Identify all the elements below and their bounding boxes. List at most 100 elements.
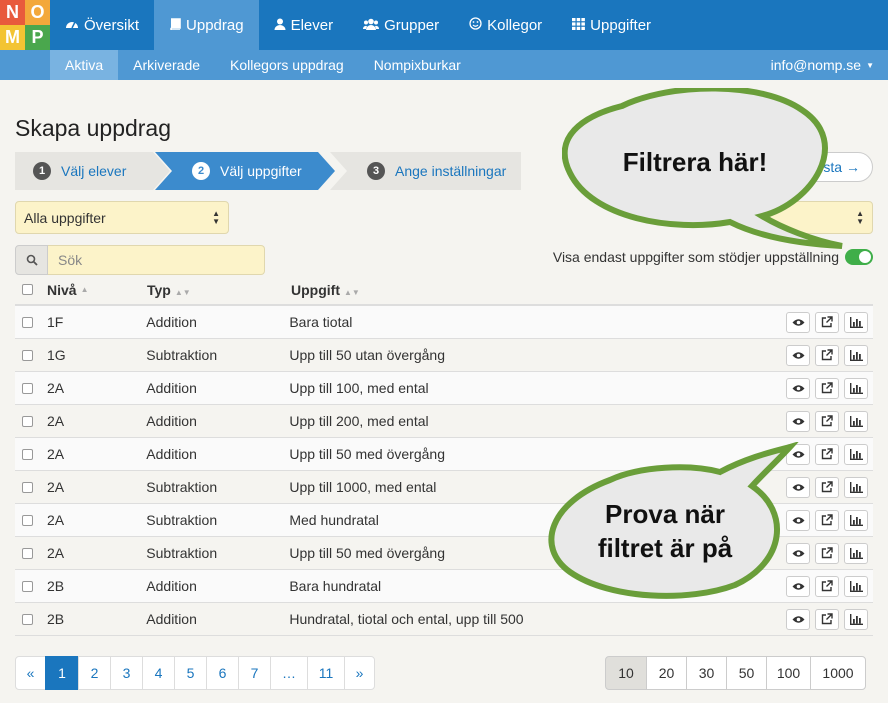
eye-icon[interactable] bbox=[786, 344, 811, 366]
page-link[interactable]: 7 bbox=[238, 656, 271, 690]
eye-icon[interactable] bbox=[786, 542, 811, 564]
book-icon bbox=[169, 17, 181, 33]
row-checkbox[interactable] bbox=[22, 316, 33, 328]
bar-chart-icon[interactable] bbox=[844, 443, 869, 465]
eye-icon[interactable] bbox=[786, 509, 811, 531]
uppstallning-toggle[interactable] bbox=[845, 249, 873, 265]
cell-level: 2A bbox=[46, 479, 65, 495]
nav-item-elever[interactable]: Elever bbox=[259, 0, 349, 50]
row-checkbox[interactable] bbox=[22, 613, 33, 625]
header-task[interactable]: Uppgift ▲▼ bbox=[291, 282, 791, 298]
search-icon bbox=[15, 245, 48, 275]
page-link[interactable]: 5 bbox=[174, 656, 207, 690]
bar-chart-icon[interactable] bbox=[844, 311, 869, 333]
header-level[interactable]: Nivå ▲ bbox=[47, 282, 147, 298]
external-link-icon[interactable] bbox=[815, 476, 840, 498]
step-ange-installningar[interactable]: 3 Ange inställningar bbox=[330, 152, 521, 190]
table-row[interactable]: 2A Addition Upp till 200, med ental bbox=[15, 405, 873, 438]
eye-icon[interactable] bbox=[786, 575, 811, 597]
nav-item-oversikt[interactable]: Översikt bbox=[50, 0, 154, 50]
eye-icon[interactable] bbox=[786, 608, 811, 630]
page-link[interactable]: 3 bbox=[110, 656, 143, 690]
task-filter-select[interactable]: Alla uppgifter ▲ ▼ bbox=[15, 201, 229, 234]
subnav-aktiva[interactable]: Aktiva bbox=[50, 50, 119, 80]
nav-item-uppgifter[interactable]: Uppgifter bbox=[557, 0, 666, 50]
user-menu[interactable]: info@nomp.se ▼ bbox=[771, 50, 874, 80]
search-input[interactable] bbox=[48, 245, 265, 275]
bar-chart-icon[interactable] bbox=[844, 542, 869, 564]
page-size-option[interactable]: 100 bbox=[766, 656, 811, 690]
page-size-option[interactable]: 30 bbox=[686, 656, 727, 690]
uppstallning-filter: Visa endast uppgifter som stödjer uppstä… bbox=[553, 247, 873, 267]
table-row[interactable]: 2A Addition Upp till 50 med övergång bbox=[15, 438, 873, 471]
table-row[interactable]: 2B Addition Hundratal, tiotal och ental,… bbox=[15, 603, 873, 636]
external-link-icon[interactable] bbox=[815, 410, 840, 432]
row-checkbox[interactable] bbox=[22, 382, 33, 394]
row-checkbox[interactable] bbox=[22, 580, 33, 592]
external-link-icon[interactable] bbox=[815, 344, 840, 366]
external-link-icon[interactable] bbox=[815, 509, 840, 531]
bar-chart-icon[interactable] bbox=[844, 344, 869, 366]
row-checkbox[interactable] bbox=[22, 547, 33, 559]
select-all-checkbox[interactable] bbox=[22, 284, 33, 295]
page-link[interactable]: 6 bbox=[206, 656, 239, 690]
external-link-icon[interactable] bbox=[815, 443, 840, 465]
row-checkbox[interactable] bbox=[22, 415, 33, 427]
page-link[interactable]: » bbox=[344, 656, 375, 690]
nav-item-grupper[interactable]: Grupper bbox=[348, 0, 454, 50]
external-link-icon[interactable] bbox=[815, 542, 840, 564]
step-valj-uppgifter[interactable]: 2 Välj uppgifter bbox=[155, 152, 335, 190]
table-row[interactable]: 2A Addition Upp till 100, med ental bbox=[15, 372, 873, 405]
page-link[interactable]: 4 bbox=[142, 656, 175, 690]
page-link[interactable]: … bbox=[270, 656, 308, 690]
table-row[interactable]: 2B Addition Bara hundratal bbox=[15, 570, 873, 603]
users-icon bbox=[363, 18, 380, 33]
table-row[interactable]: 1G Subtraktion Upp till 50 utan övergång bbox=[15, 339, 873, 372]
page-link[interactable]: « bbox=[15, 656, 46, 690]
page-size-option[interactable]: 1000 bbox=[810, 656, 866, 690]
row-checkbox[interactable] bbox=[22, 514, 33, 526]
bar-chart-icon[interactable] bbox=[844, 377, 869, 399]
next-button[interactable]: sta → bbox=[800, 152, 873, 182]
row-checkbox[interactable] bbox=[22, 349, 33, 361]
page-size-option[interactable]: 10 bbox=[605, 656, 647, 690]
table-row[interactable]: 1F Addition Bara tiotal bbox=[15, 306, 873, 339]
nav-item-kollegor[interactable]: Kollegor bbox=[454, 0, 557, 50]
page-size-option[interactable]: 20 bbox=[646, 656, 687, 690]
subnav-kollegors-uppdrag[interactable]: Kollegors uppdrag bbox=[215, 50, 359, 80]
step-valj-elever[interactable]: 1 Välj elever bbox=[15, 152, 170, 190]
subnav-nompixburkar[interactable]: Nompixburkar bbox=[359, 50, 476, 80]
page-link[interactable]: 2 bbox=[78, 656, 111, 690]
bar-chart-icon[interactable] bbox=[844, 575, 869, 597]
page-size-option[interactable]: 50 bbox=[726, 656, 767, 690]
cell-level: 2B bbox=[46, 611, 65, 627]
nomp-logo[interactable]: N O M P bbox=[0, 0, 50, 50]
bar-chart-icon[interactable] bbox=[844, 410, 869, 432]
header-type[interactable]: Typ ▲▼ bbox=[147, 282, 291, 298]
step-number: 2 bbox=[192, 162, 210, 180]
row-checkbox[interactable] bbox=[22, 481, 33, 493]
eye-icon[interactable] bbox=[786, 410, 811, 432]
eye-icon[interactable] bbox=[786, 476, 811, 498]
bar-chart-icon[interactable] bbox=[844, 608, 869, 630]
bar-chart-icon[interactable] bbox=[844, 509, 869, 531]
page-link[interactable]: 1 bbox=[45, 656, 79, 690]
cell-type: Subtraktion bbox=[146, 545, 218, 561]
eye-icon[interactable] bbox=[786, 443, 811, 465]
eye-icon[interactable] bbox=[786, 377, 811, 399]
nav-item-uppdrag[interactable]: Uppdrag bbox=[154, 0, 259, 50]
external-link-icon[interactable] bbox=[815, 575, 840, 597]
secondary-filter-select[interactable]: ▲ ▼ bbox=[770, 201, 873, 234]
cell-type: Addition bbox=[146, 413, 197, 429]
external-link-icon[interactable] bbox=[815, 377, 840, 399]
eye-icon[interactable] bbox=[786, 311, 811, 333]
subnav-arkiverade[interactable]: Arkiverade bbox=[118, 50, 215, 80]
bar-chart-icon[interactable] bbox=[844, 476, 869, 498]
page-link[interactable]: 11 bbox=[307, 656, 345, 690]
external-link-icon[interactable] bbox=[815, 311, 840, 333]
row-checkbox[interactable] bbox=[22, 448, 33, 460]
nav-label: Kollegor bbox=[487, 16, 543, 34]
sort-icon: ▲▼ bbox=[343, 287, 360, 297]
external-link-icon[interactable] bbox=[815, 608, 840, 630]
cell-task: Hundratal, tiotal och ental, upp till 50… bbox=[289, 611, 524, 627]
